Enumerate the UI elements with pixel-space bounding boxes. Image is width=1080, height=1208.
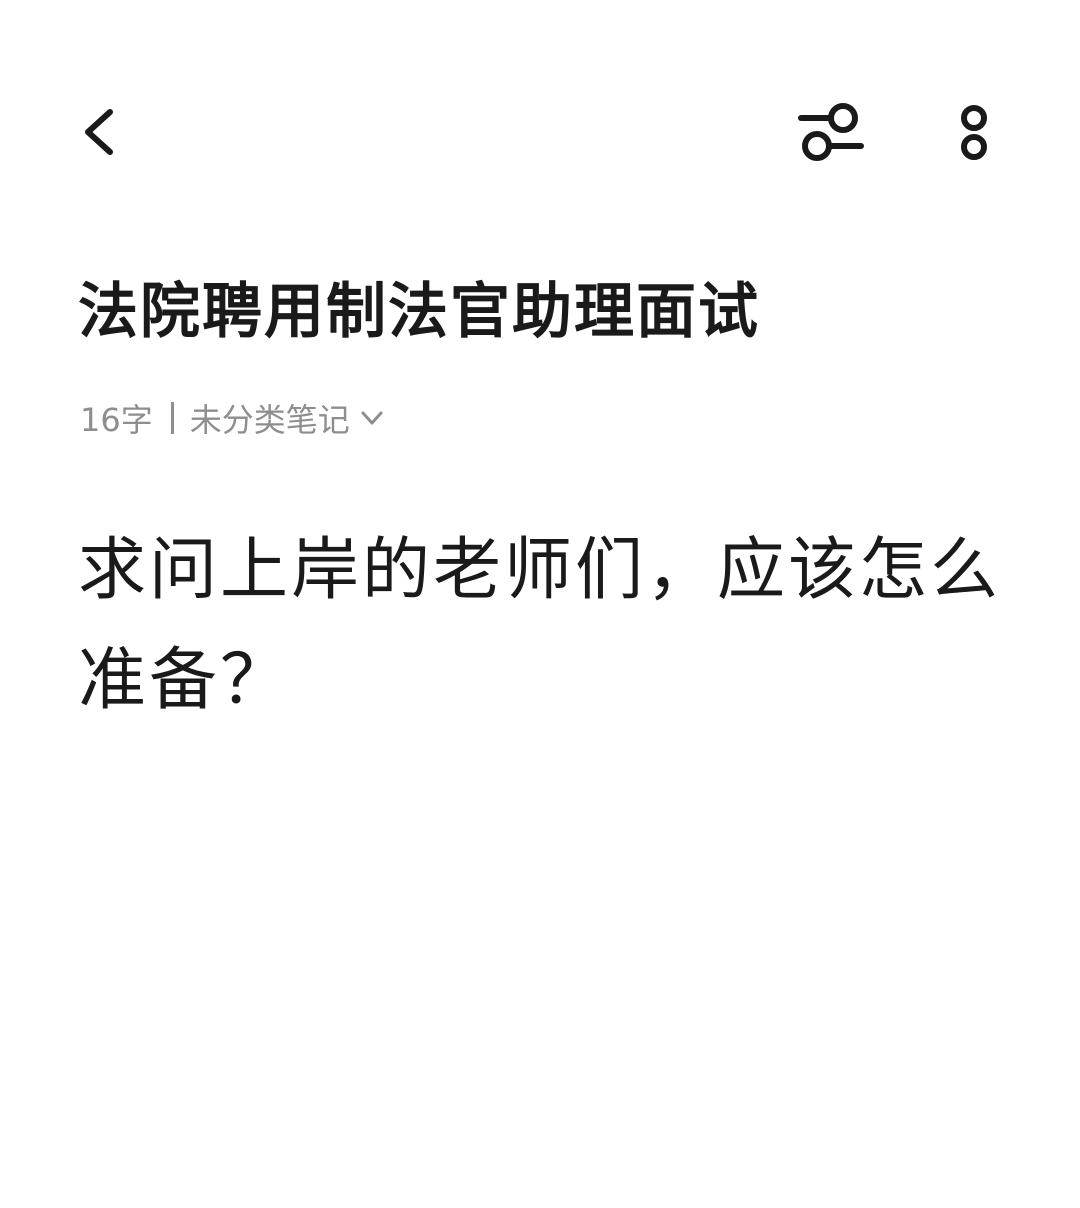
chevron-down-icon — [358, 404, 386, 432]
category-selector[interactable]: 未分类笔记 — [190, 395, 386, 441]
sliders-icon — [798, 103, 864, 161]
note-title[interactable]: 法院聘用制法官助理面试 — [78, 272, 1008, 352]
back-button[interactable] — [58, 92, 138, 172]
word-count: 16字 — [80, 401, 153, 439]
more-vertical-icon — [961, 105, 987, 160]
meta-divider — [170, 402, 174, 434]
more-options-button[interactable] — [936, 92, 1012, 172]
chevron-left-icon — [85, 109, 113, 155]
note-content[interactable]: 求问上岸的老师们，应该怎么准备？ — [78, 516, 1008, 736]
category-label: 未分类笔记 — [189, 401, 350, 439]
note-meta: 16字 未分类笔记 — [80, 392, 386, 444]
filter-settings-button[interactable] — [786, 92, 876, 172]
top-toolbar — [0, 0, 1080, 260]
